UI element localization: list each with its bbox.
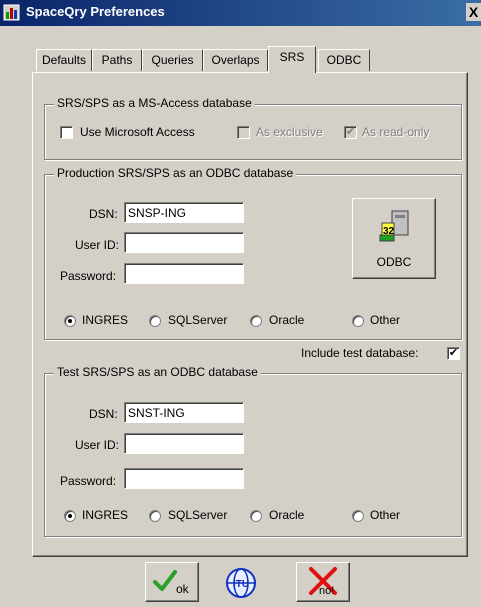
test-radio-sqlserver-label: SQLServer: [168, 508, 228, 522]
checkmark-icon: [153, 570, 177, 591]
test-password-input[interactable]: [124, 468, 244, 489]
tab-defaults[interactable]: Defaults: [36, 49, 92, 71]
prod-radio-sqlserver-label: SQLServer: [168, 313, 228, 327]
test-radio-oracle-label: Oracle: [269, 508, 305, 522]
prod-radio-other-label: Other: [370, 313, 401, 327]
use-access-label: Use Microsoft Access: [80, 125, 195, 139]
window-title: SpaceQry Preferences: [26, 4, 165, 19]
app-icon: [3, 4, 20, 21]
as-exclusive-checkbox[interactable]: [237, 126, 250, 139]
prod-radio-oracle-label: Oracle: [269, 313, 305, 327]
odbc-button[interactable]: 32 ODBC: [352, 198, 436, 279]
test-dsn-input[interactable]: [124, 402, 244, 423]
prod-password-input[interactable]: [124, 263, 244, 284]
odbc-icon-text: 32: [383, 226, 395, 237]
itu-globe-icon: ITU: [226, 568, 256, 598]
tab-srs[interactable]: SRS: [268, 46, 316, 73]
test-radio-other[interactable]: [352, 510, 364, 522]
test-userid-input[interactable]: [124, 433, 244, 454]
prod-radio-oracle[interactable]: [250, 315, 262, 327]
odbc-icon: 32: [379, 210, 409, 242]
cancel-button-label: no!: [319, 585, 335, 597]
test-userid-label: User ID:: [75, 438, 120, 452]
prod-userid-label: User ID:: [75, 238, 120, 252]
test-radio-ingres-label: INGRES: [82, 508, 129, 522]
test-dsn-label: DSN:: [89, 407, 118, 421]
itu-icon-text: ITU: [233, 579, 249, 590]
odbc-button-label: ODBC: [376, 255, 412, 269]
test-group-title: Test SRS/SPS as an ODBC database: [54, 365, 261, 379]
as-readonly-checkbox[interactable]: ✔: [344, 126, 357, 139]
use-access-checkbox[interactable]: [60, 126, 73, 139]
test-radio-other-label: Other: [370, 508, 401, 522]
as-exclusive-label: As exclusive: [256, 125, 323, 139]
ok-button[interactable]: ok: [145, 562, 199, 602]
prod-userid-input[interactable]: [124, 232, 244, 253]
test-radio-ingres[interactable]: [64, 510, 76, 522]
test-radio-sqlserver[interactable]: [149, 510, 161, 522]
test-radio-oracle[interactable]: [250, 510, 262, 522]
prod-password-label: Password:: [60, 269, 117, 283]
production-group-title: Production SRS/SPS as an ODBC database: [54, 166, 297, 180]
include-test-label: Include test database:: [301, 346, 419, 360]
close-icon[interactable]: X: [466, 3, 481, 21]
prod-radio-ingres-label: INGRES: [82, 313, 129, 327]
prod-dsn-label: DSN:: [89, 207, 118, 221]
as-readonly-label: As read-only: [362, 125, 430, 139]
access-group-title: SRS/SPS as a MS-Access database: [54, 96, 255, 110]
ok-button-label: ok: [176, 582, 189, 596]
tab-queries[interactable]: Queries: [142, 49, 203, 71]
prod-dsn-input[interactable]: [124, 202, 244, 223]
include-test-checkbox[interactable]: ✔: [447, 347, 460, 360]
prod-radio-other[interactable]: [352, 315, 364, 327]
tab-paths[interactable]: Paths: [92, 49, 142, 71]
test-password-label: Password:: [60, 474, 117, 488]
cancel-button[interactable]: no!: [296, 562, 350, 602]
prod-radio-sqlserver[interactable]: [149, 315, 161, 327]
prod-radio-ingres[interactable]: [64, 315, 76, 327]
tab-overlaps[interactable]: Overlaps: [203, 49, 268, 71]
tab-odbc[interactable]: ODBC: [318, 49, 370, 71]
help-button[interactable]: ITU: [221, 565, 261, 601]
